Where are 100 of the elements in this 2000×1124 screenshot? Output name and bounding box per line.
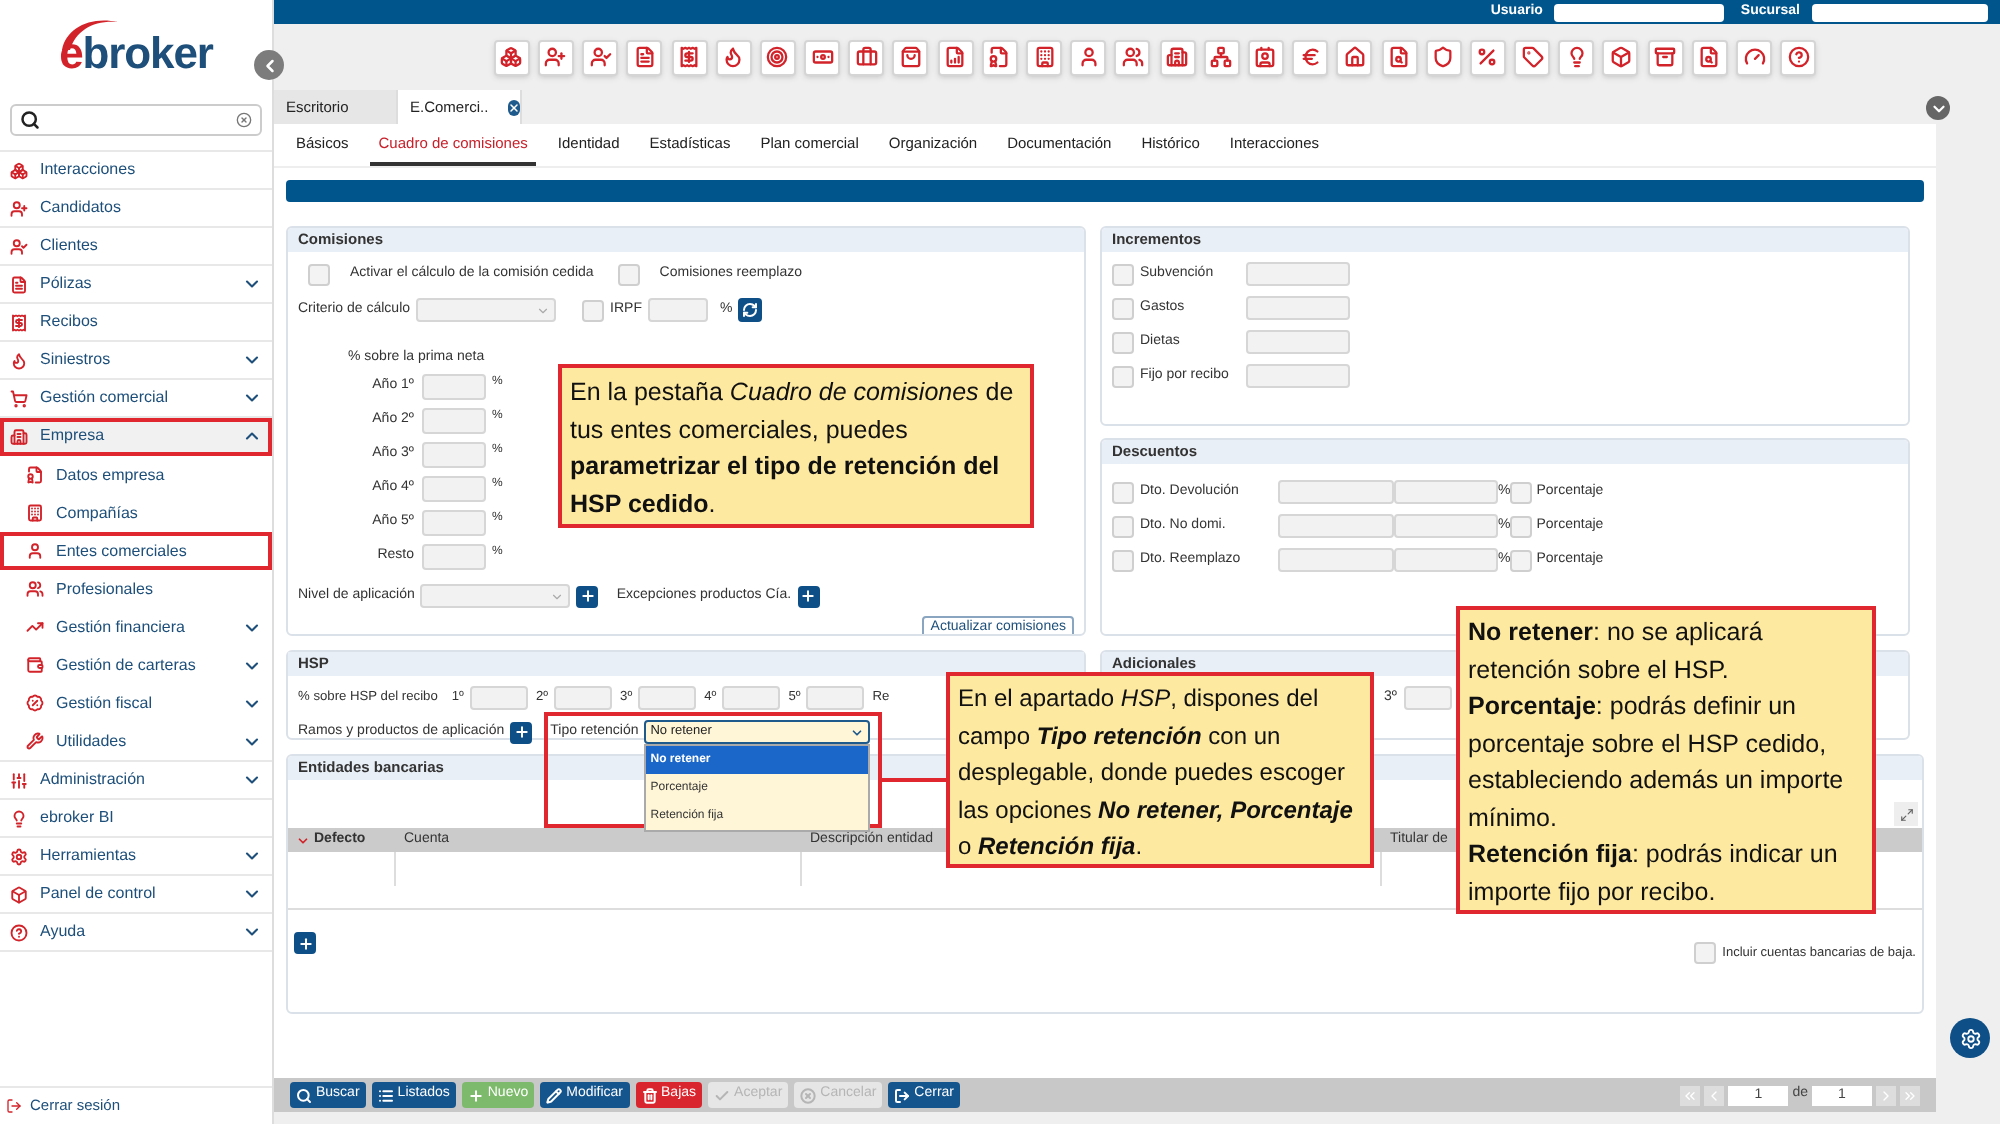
input-field[interactable] (1246, 364, 1350, 388)
checkbox[interactable] (1112, 549, 1134, 571)
toolbar-button[interactable] (1691, 39, 1728, 75)
input-field[interactable] (1394, 480, 1498, 504)
search-icon (20, 110, 40, 130)
tag-icon (1521, 46, 1544, 68)
input-field[interactable] (1246, 296, 1350, 320)
input-field[interactable] (647, 298, 708, 322)
input-field[interactable] (806, 686, 865, 710)
double-chevron-right-icon (1902, 1087, 1918, 1103)
collapse-button[interactable] (254, 50, 284, 80)
toolbar-button[interactable] (626, 39, 663, 75)
toolbar-button[interactable] (848, 39, 885, 75)
checkbox[interactable] (1694, 942, 1717, 964)
checkbox[interactable] (1112, 515, 1134, 537)
toolbar-button[interactable] (1558, 39, 1595, 75)
toolbar-button[interactable] (1070, 39, 1107, 75)
input-field[interactable] (722, 686, 781, 710)
next-page-button[interactable] (1876, 1085, 1896, 1105)
checkbox[interactable] (1510, 481, 1533, 503)
checkbox[interactable] (1112, 331, 1134, 353)
checkbox[interactable] (617, 263, 640, 285)
input-field[interactable] (1278, 548, 1394, 572)
refresh-button[interactable] (738, 298, 763, 322)
input-field[interactable] (1246, 330, 1350, 354)
callout-text: Retención fija: podrás indicar un importe fijo por recibo. (1468, 838, 1840, 910)
users-icon (1121, 46, 1144, 68)
input-field[interactable] (1394, 514, 1498, 538)
user-icon (1077, 46, 1100, 68)
add-button[interactable] (510, 721, 533, 743)
input-field[interactable] (1812, 3, 1988, 21)
plus-icon (513, 724, 530, 740)
toolbar-button[interactable] (493, 39, 530, 75)
toolbar-button[interactable] (1026, 39, 1063, 75)
refresh-icon (742, 302, 759, 318)
input-field[interactable] (1404, 686, 1453, 710)
input-field[interactable] (422, 374, 486, 400)
expand-icon (1899, 807, 1913, 821)
toolbar-button[interactable] (1336, 39, 1373, 75)
input-field[interactable] (422, 408, 486, 434)
expand-button[interactable] (1894, 802, 1918, 826)
input-field[interactable] (422, 476, 486, 502)
toolbar-button[interactable] (1114, 39, 1151, 75)
toolbar-button[interactable] (1381, 39, 1418, 75)
checkbox[interactable] (308, 263, 330, 285)
checkbox[interactable] (1510, 549, 1533, 571)
checkbox[interactable] (1112, 297, 1134, 319)
close-icon (508, 99, 521, 115)
previous-page-button[interactable] (1704, 1085, 1725, 1105)
toolbar-button[interactable] (671, 39, 708, 75)
toolbar-button[interactable] (981, 39, 1018, 75)
add-button[interactable] (576, 585, 599, 607)
input-field[interactable] (422, 442, 486, 468)
checkbox[interactable] (1112, 263, 1134, 285)
input-field[interactable] (422, 510, 486, 536)
last-page-button[interactable] (1900, 1085, 1920, 1105)
toolbar-button[interactable] (1780, 39, 1817, 75)
input-field[interactable] (1246, 262, 1350, 286)
input-field[interactable] (469, 686, 528, 710)
checkbox[interactable] (1112, 481, 1134, 503)
nav-icon (26, 618, 44, 636)
input-field[interactable] (554, 686, 613, 710)
checkbox[interactable] (582, 299, 605, 321)
input-field[interactable] (638, 686, 697, 710)
expand-tabs-button[interactable] (1926, 96, 1950, 120)
toolbar-button[interactable] (1514, 39, 1551, 75)
input-field[interactable] (1278, 514, 1394, 538)
nav-icon (10, 427, 28, 445)
toolbar-button[interactable] (804, 39, 841, 75)
user-check-icon (589, 46, 612, 68)
nav-item[interactable]: Entes comerciales (0, 532, 272, 570)
toolbar-button[interactable] (1425, 39, 1462, 75)
toolbar-button[interactable] (537, 39, 574, 75)
nav-item[interactable]: Empresa (0, 418, 272, 456)
toolbar-button[interactable] (1736, 39, 1773, 75)
toolbar-button[interactable] (1602, 39, 1639, 75)
input-field[interactable] (1394, 548, 1498, 572)
toolbar-button[interactable] (1647, 39, 1684, 75)
add-button[interactable] (294, 932, 316, 954)
toolbar-button[interactable] (937, 39, 974, 75)
dropdown-field[interactable] (420, 584, 571, 608)
toolbar-button[interactable] (1203, 39, 1240, 75)
first-page-button[interactable] (1680, 1085, 1701, 1105)
toolbar-button[interactable] (1469, 39, 1506, 75)
toolbar-button[interactable] (1292, 39, 1329, 75)
toolbar-button[interactable] (892, 39, 929, 75)
add-button[interactable] (797, 585, 820, 607)
input-field[interactable] (1554, 3, 1725, 21)
input-field[interactable] (1278, 480, 1394, 504)
toolbar-button[interactable] (759, 39, 796, 75)
toolbar-button[interactable] (715, 39, 752, 75)
dropdown-field[interactable] (416, 298, 557, 322)
checkbox[interactable] (1112, 365, 1134, 387)
toolbar-button[interactable] (582, 39, 619, 75)
checkbox[interactable] (1510, 515, 1533, 537)
toolbar-button[interactable] (1159, 39, 1196, 75)
settings-button[interactable] (1950, 1018, 1990, 1058)
input-field[interactable] (422, 544, 486, 570)
toolbar-button[interactable] (1247, 39, 1284, 75)
search-field[interactable] (10, 104, 262, 136)
